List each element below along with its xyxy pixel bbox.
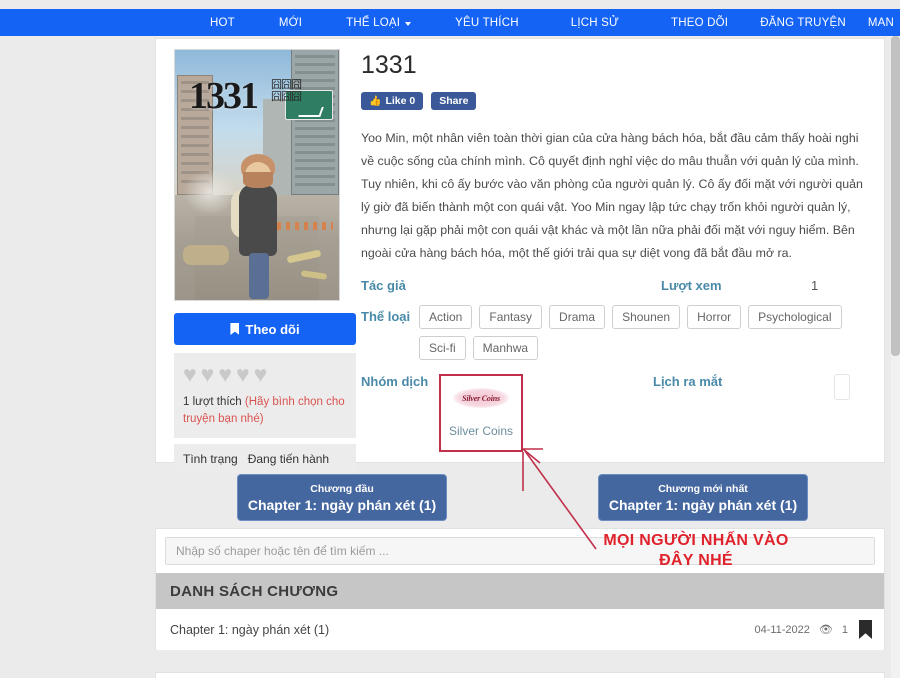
- facebook-share-button[interactable]: Share: [431, 92, 476, 110]
- heart-icon[interactable]: ♥: [218, 363, 232, 386]
- silver-coins-logo-icon: Silver Coins: [453, 388, 509, 408]
- follow-button-label: Theo dõi: [245, 322, 299, 337]
- rating-hearts[interactable]: ♥ ♥ ♥ ♥ ♥: [183, 363, 347, 386]
- translation-group-card[interactable]: Silver Coins Silver Coins: [439, 374, 523, 452]
- schedule-label: Lịch ra mắt: [653, 374, 722, 389]
- facebook-like-button[interactable]: 👍 Like 0: [361, 92, 423, 110]
- cover-image[interactable]: 1331 囧囧囧囧囧囧: [174, 49, 340, 301]
- genre-tag-action[interactable]: Action: [419, 305, 472, 329]
- nav-item-theo-doi[interactable]: THEO DÕI: [649, 17, 750, 29]
- nav-item-moi[interactable]: MỚI: [257, 17, 324, 29]
- genre-tag-drama[interactable]: Drama: [549, 305, 605, 329]
- heart-icon[interactable]: ♥: [254, 363, 268, 386]
- nav-item-label: MAN: [868, 17, 894, 29]
- status-label: Tình trạng: [183, 452, 238, 466]
- schedule-value-box: [834, 374, 850, 400]
- social-buttons: 👍 Like 0 Share: [361, 92, 869, 110]
- top-navigation-bar: HOT MỚI THỂ LOẠI YÊU THÍCH LỊCH SỬ THEO …: [0, 9, 900, 36]
- bookmark-icon[interactable]: [859, 620, 872, 639]
- nav-item-label: HOT: [210, 17, 235, 29]
- annotation-line-2: ĐÂY NHÉ: [586, 551, 806, 571]
- heart-icon[interactable]: ♥: [183, 363, 197, 386]
- first-chapter-button[interactable]: Chương đầu Chapter 1: ngày phán xét (1): [237, 474, 447, 521]
- cover-smoke: [183, 169, 237, 215]
- manga-detail-panel: 1331 囧囧囧囧囧囧 Theo dõi ♥ ♥ ♥ ♥ ♥ 1 lượt th…: [155, 38, 885, 463]
- first-chapter-title: Chapter 1: ngày phán xét (1): [248, 497, 436, 513]
- chapter-list-header: DANH SÁCH CHƯƠNG: [156, 573, 884, 609]
- genre-tag-manhwa[interactable]: Manhwa: [473, 336, 538, 360]
- nav-item-lich-su[interactable]: LỊCH SỬ: [541, 17, 649, 29]
- rating-box: ♥ ♥ ♥ ♥ ♥ 1 lượt thích (Hãy bình chọn ch…: [174, 353, 356, 438]
- page-scrollbar[interactable]: [891, 36, 900, 678]
- genre-label: Thể loại: [361, 305, 419, 324]
- chapter-row-meta: 04-11-2022 👁 1: [754, 620, 872, 639]
- latest-chapter-caption: Chương mới nhất: [658, 483, 748, 495]
- next-section-panel: [155, 672, 885, 678]
- facebook-share-label: Share: [439, 95, 468, 107]
- annotation-line-1: MỌI NGƯỜI NHẤN VÀO: [586, 531, 806, 551]
- genre-tag-shounen[interactable]: Shounen: [612, 305, 680, 329]
- cover-character-body: [239, 184, 277, 256]
- chapter-row-name[interactable]: Chapter 1: ngày phán xét (1): [170, 623, 754, 637]
- nav-items: HOT MỚI THỂ LOẠI YÊU THÍCH LỊCH SỬ THEO …: [188, 17, 900, 29]
- genre-tag-fantasy[interactable]: Fantasy: [479, 305, 542, 329]
- annotation-text: MỌI NGƯỜI NHẤN VÀO ĐÂY NHÉ: [586, 531, 806, 571]
- table-row[interactable]: Chapter 1: ngày phán xét (1) 04-11-2022 …: [156, 609, 884, 651]
- author-label: Tác giả: [361, 278, 661, 293]
- heart-icon[interactable]: ♥: [236, 363, 250, 386]
- translation-group-name: Silver Coins: [449, 424, 513, 438]
- translation-group-label: Nhóm dịch: [361, 374, 433, 389]
- follow-button[interactable]: Theo dõi: [174, 313, 356, 345]
- eye-icon: 👁: [819, 623, 833, 636]
- manga-description: Yoo Min, một nhân viên toàn thời gian củ…: [361, 127, 869, 265]
- nav-item-label: THEO DÕI: [671, 17, 728, 29]
- nav-item-label: YÊU THÍCH: [455, 17, 519, 29]
- cover-traffic-cones: [277, 222, 333, 230]
- views-label: Lượt xem: [661, 278, 811, 293]
- cover-subtitle-glyphs: 囧囧囧囧囧囧: [271, 80, 301, 103]
- genre-tag-list: Action Fantasy Drama Shounen Horror Psyc…: [419, 305, 869, 360]
- author-views-row: Tác giả Lượt xem 1: [361, 278, 869, 293]
- like-count-line: 1 lượt thích (Hãy bình chọn cho truyện b…: [183, 394, 347, 429]
- like-count-text: 1 lượt thích: [183, 396, 242, 408]
- genre-row: Thể loại Action Fantasy Drama Shounen Ho…: [361, 305, 869, 360]
- manga-sidebar: 1331 囧囧囧囧囧囧 Theo dõi ♥ ♥ ♥ ♥ ♥ 1 lượt th…: [174, 49, 356, 474]
- genre-tag-sci-fi[interactable]: Sci-fi: [419, 336, 466, 360]
- first-chapter-caption: Chương đầu: [310, 483, 373, 495]
- nav-item-label: LỊCH SỬ: [571, 17, 619, 29]
- nav-item-yeu-thich[interactable]: YÊU THÍCH: [433, 17, 541, 29]
- genre-tag-psychological[interactable]: Psychological: [748, 305, 841, 329]
- page-root: HOT MỚI THỂ LOẠI YÊU THÍCH LỊCH SỬ THEO …: [0, 0, 900, 678]
- translation-group-row: Nhóm dịch Silver Coins Silver Coins Lịch…: [361, 374, 869, 452]
- facebook-like-label: Like 0: [385, 95, 415, 107]
- heart-icon[interactable]: ♥: [201, 363, 215, 386]
- nav-item-label: ĐĂNG TRUYỆN: [760, 17, 846, 29]
- nav-item-man[interactable]: MAN: [856, 17, 900, 29]
- cover-character-legs: [249, 253, 269, 299]
- manga-info: 1331 👍 Like 0 Share Yoo Min, một nhân vi…: [361, 49, 869, 452]
- cover-building-right: [291, 49, 339, 195]
- cover-title-text: 1331: [189, 74, 257, 118]
- nav-item-the-loai[interactable]: THỂ LOẠI: [324, 17, 433, 29]
- nav-item-hot[interactable]: HOT: [188, 17, 257, 29]
- scrollbar-thumb[interactable]: [891, 36, 900, 356]
- page-title: 1331: [361, 51, 869, 80]
- chevron-down-icon: [405, 22, 411, 26]
- chapter-row-views: 1: [842, 624, 848, 636]
- nav-item-dang-truyen[interactable]: ĐĂNG TRUYỆN: [750, 17, 856, 29]
- chapter-row-date: 04-11-2022: [754, 624, 809, 636]
- nav-item-label: MỚI: [279, 17, 302, 29]
- nav-item-label: THỂ LOẠI: [346, 17, 400, 29]
- silver-coins-logo-text: Silver Coins: [462, 394, 500, 403]
- bookmark-icon: [230, 323, 239, 335]
- cover-character-hair-back: [243, 172, 273, 188]
- genre-tag-horror[interactable]: Horror: [687, 305, 741, 329]
- cover-debris: [183, 245, 229, 265]
- latest-chapter-button[interactable]: Chương mới nhất Chapter 1: ngày phán xét…: [598, 474, 808, 521]
- latest-chapter-title: Chapter 1: ngày phán xét (1): [609, 497, 797, 513]
- views-value: 1: [811, 278, 818, 293]
- status-value: Đang tiến hành: [248, 452, 329, 466]
- thumbs-up-icon: 👍: [369, 96, 381, 107]
- status-box: Tình trạng Đang tiến hành: [174, 444, 356, 474]
